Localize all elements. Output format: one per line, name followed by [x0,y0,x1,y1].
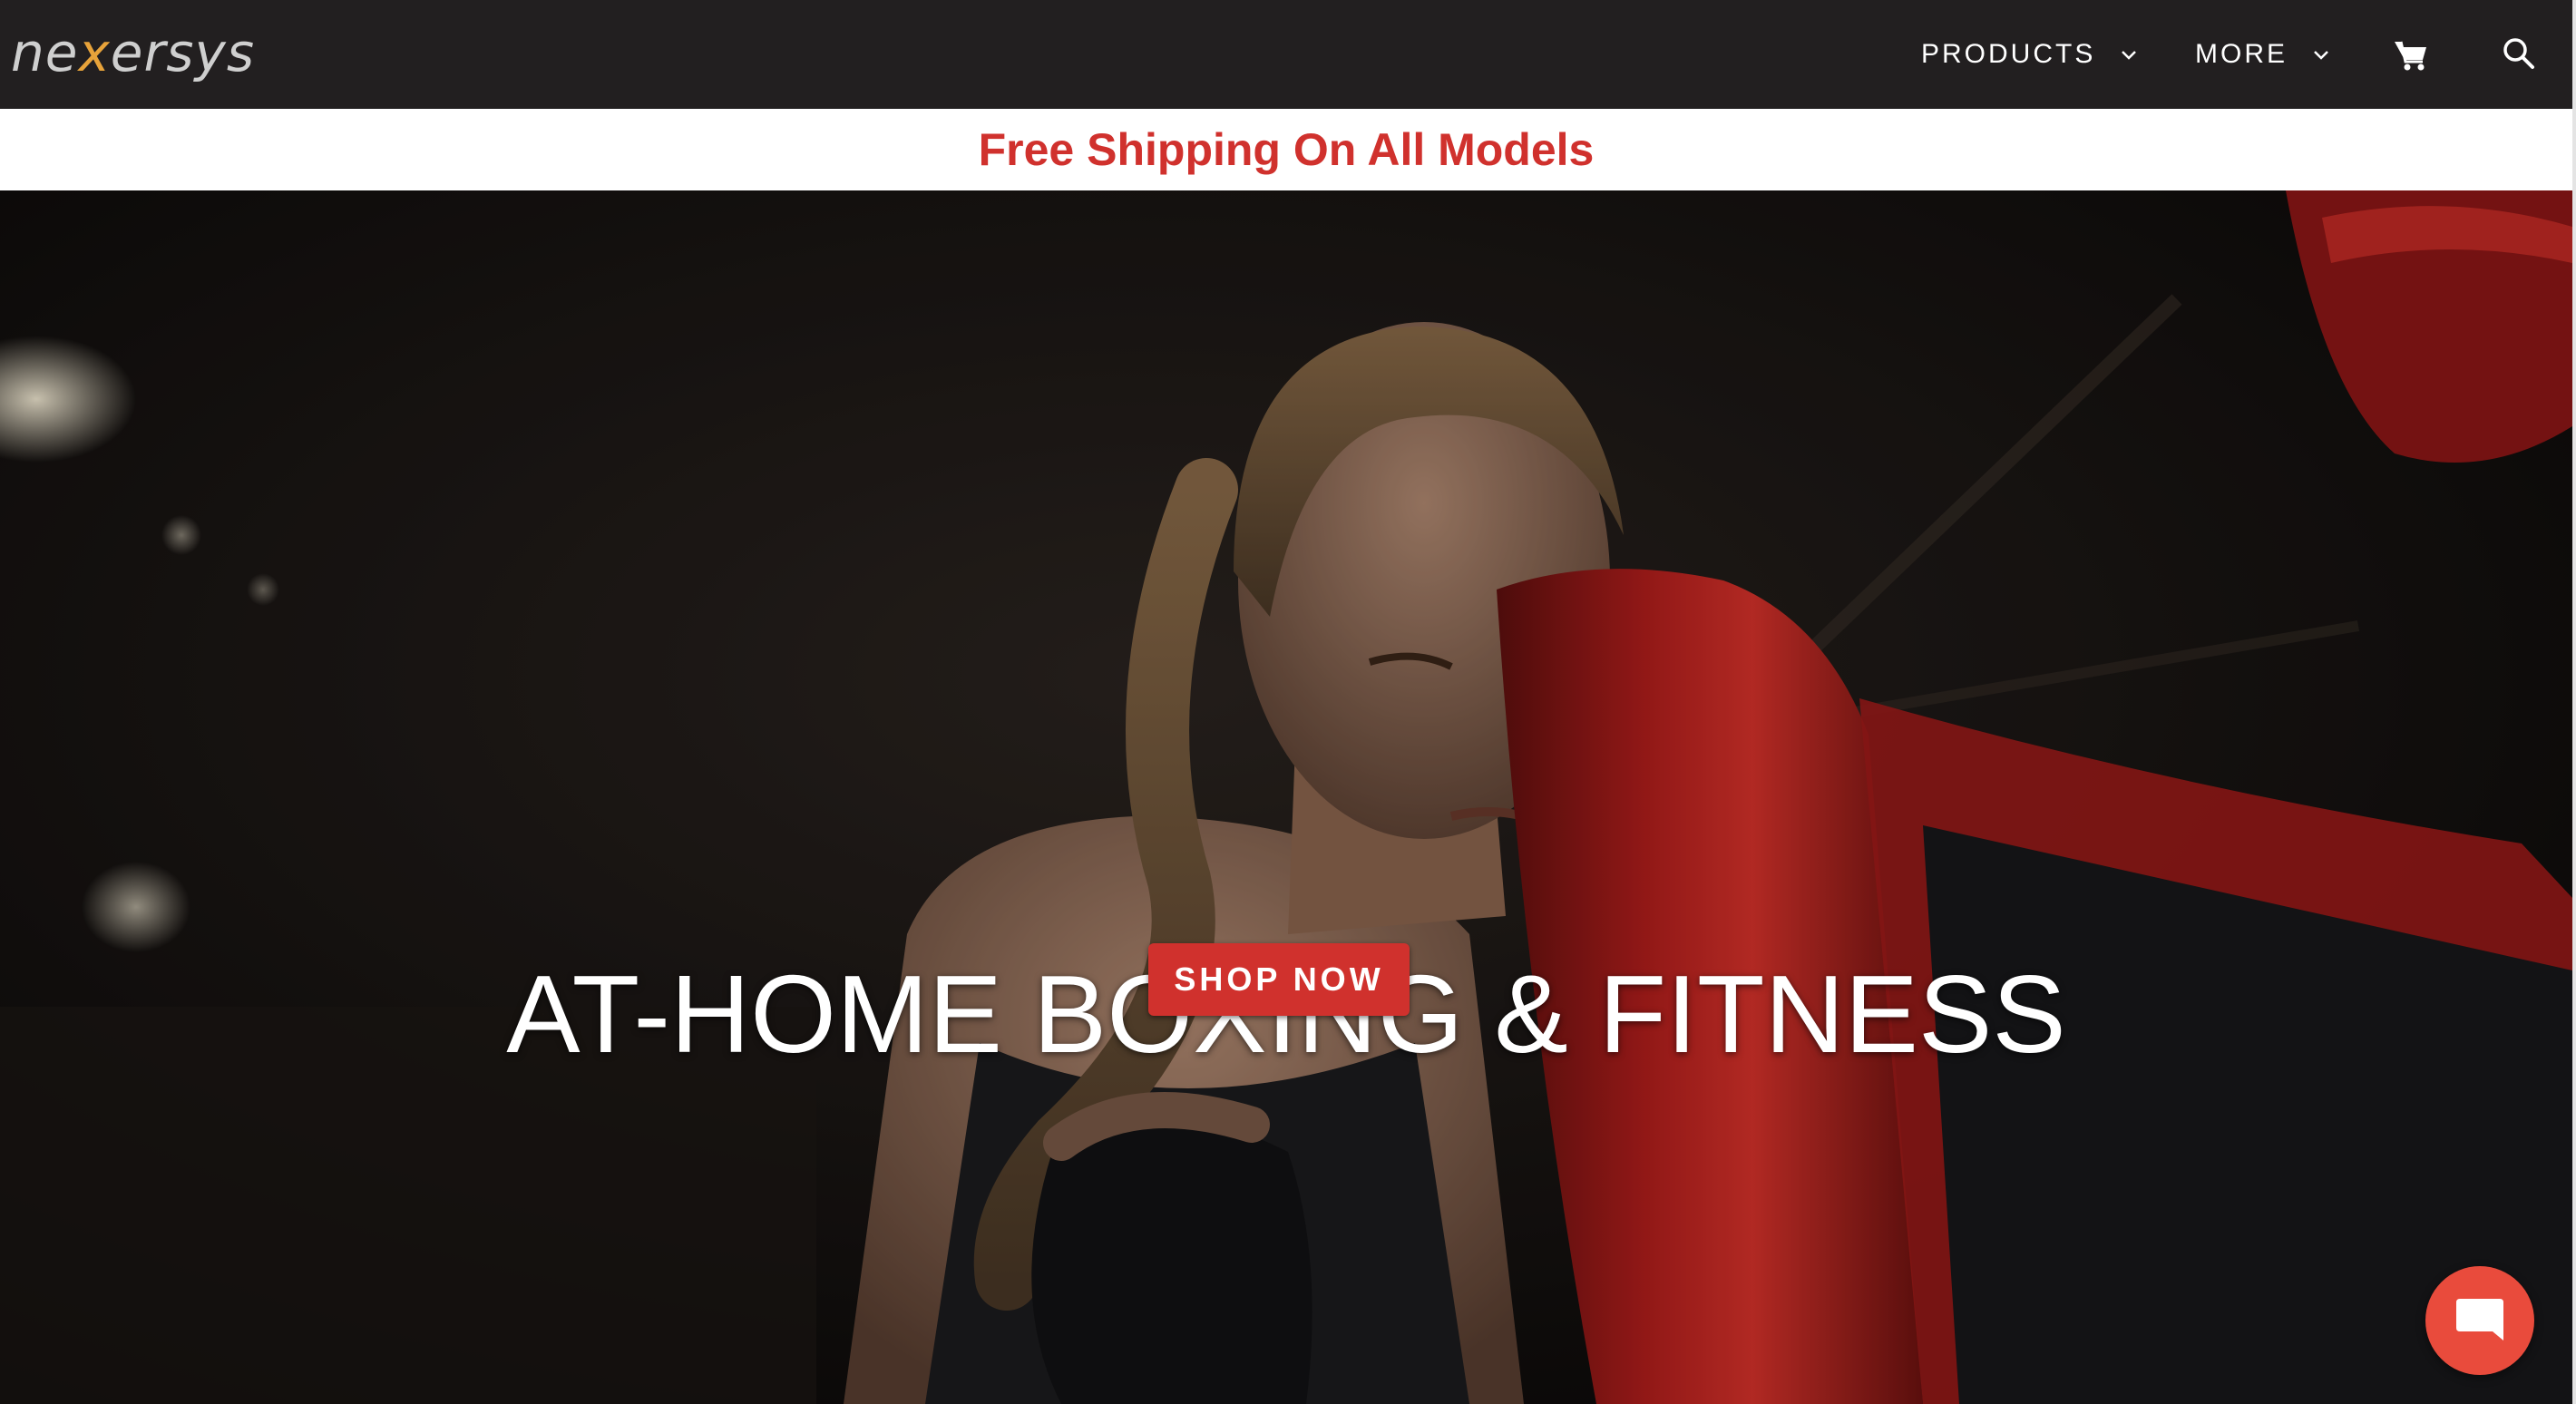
nav-more-menu[interactable]: MORE [2195,27,2331,82]
search-icon[interactable] [2500,34,2538,73]
logo-text-start: ne [11,22,79,83]
shop-now-button[interactable]: SHOP NOW [1148,943,1410,1016]
chat-bubble-icon [2456,1299,2503,1341]
chevron-down-icon [2314,51,2328,60]
promo-text: Free Shipping On All Models [978,124,1595,175]
chat-launcher-button[interactable] [2425,1266,2534,1375]
logo-text-accent: x [78,22,111,83]
hero-banner: AT-HOME BOXING & FITNESS SHOP NOW [0,190,2572,1404]
chevron-down-icon [2122,51,2137,60]
promo-banner: Free Shipping On All Models [0,109,2572,190]
nav-products-label: PRODUCTS [1921,39,2096,69]
logo-text-end: ersys [110,22,256,83]
cart-icon[interactable] [2393,36,2429,73]
hero-background-image [0,190,2572,1404]
nexersys-logo[interactable]: nexersys [11,16,255,89]
nav-more-label: MORE [2195,39,2288,69]
top-navigation-bar: nexersys PRODUCTS MORE [0,0,2572,109]
page-scrollbar[interactable] [2572,0,2576,1404]
nav-products-menu[interactable]: PRODUCTS [1921,27,2139,82]
